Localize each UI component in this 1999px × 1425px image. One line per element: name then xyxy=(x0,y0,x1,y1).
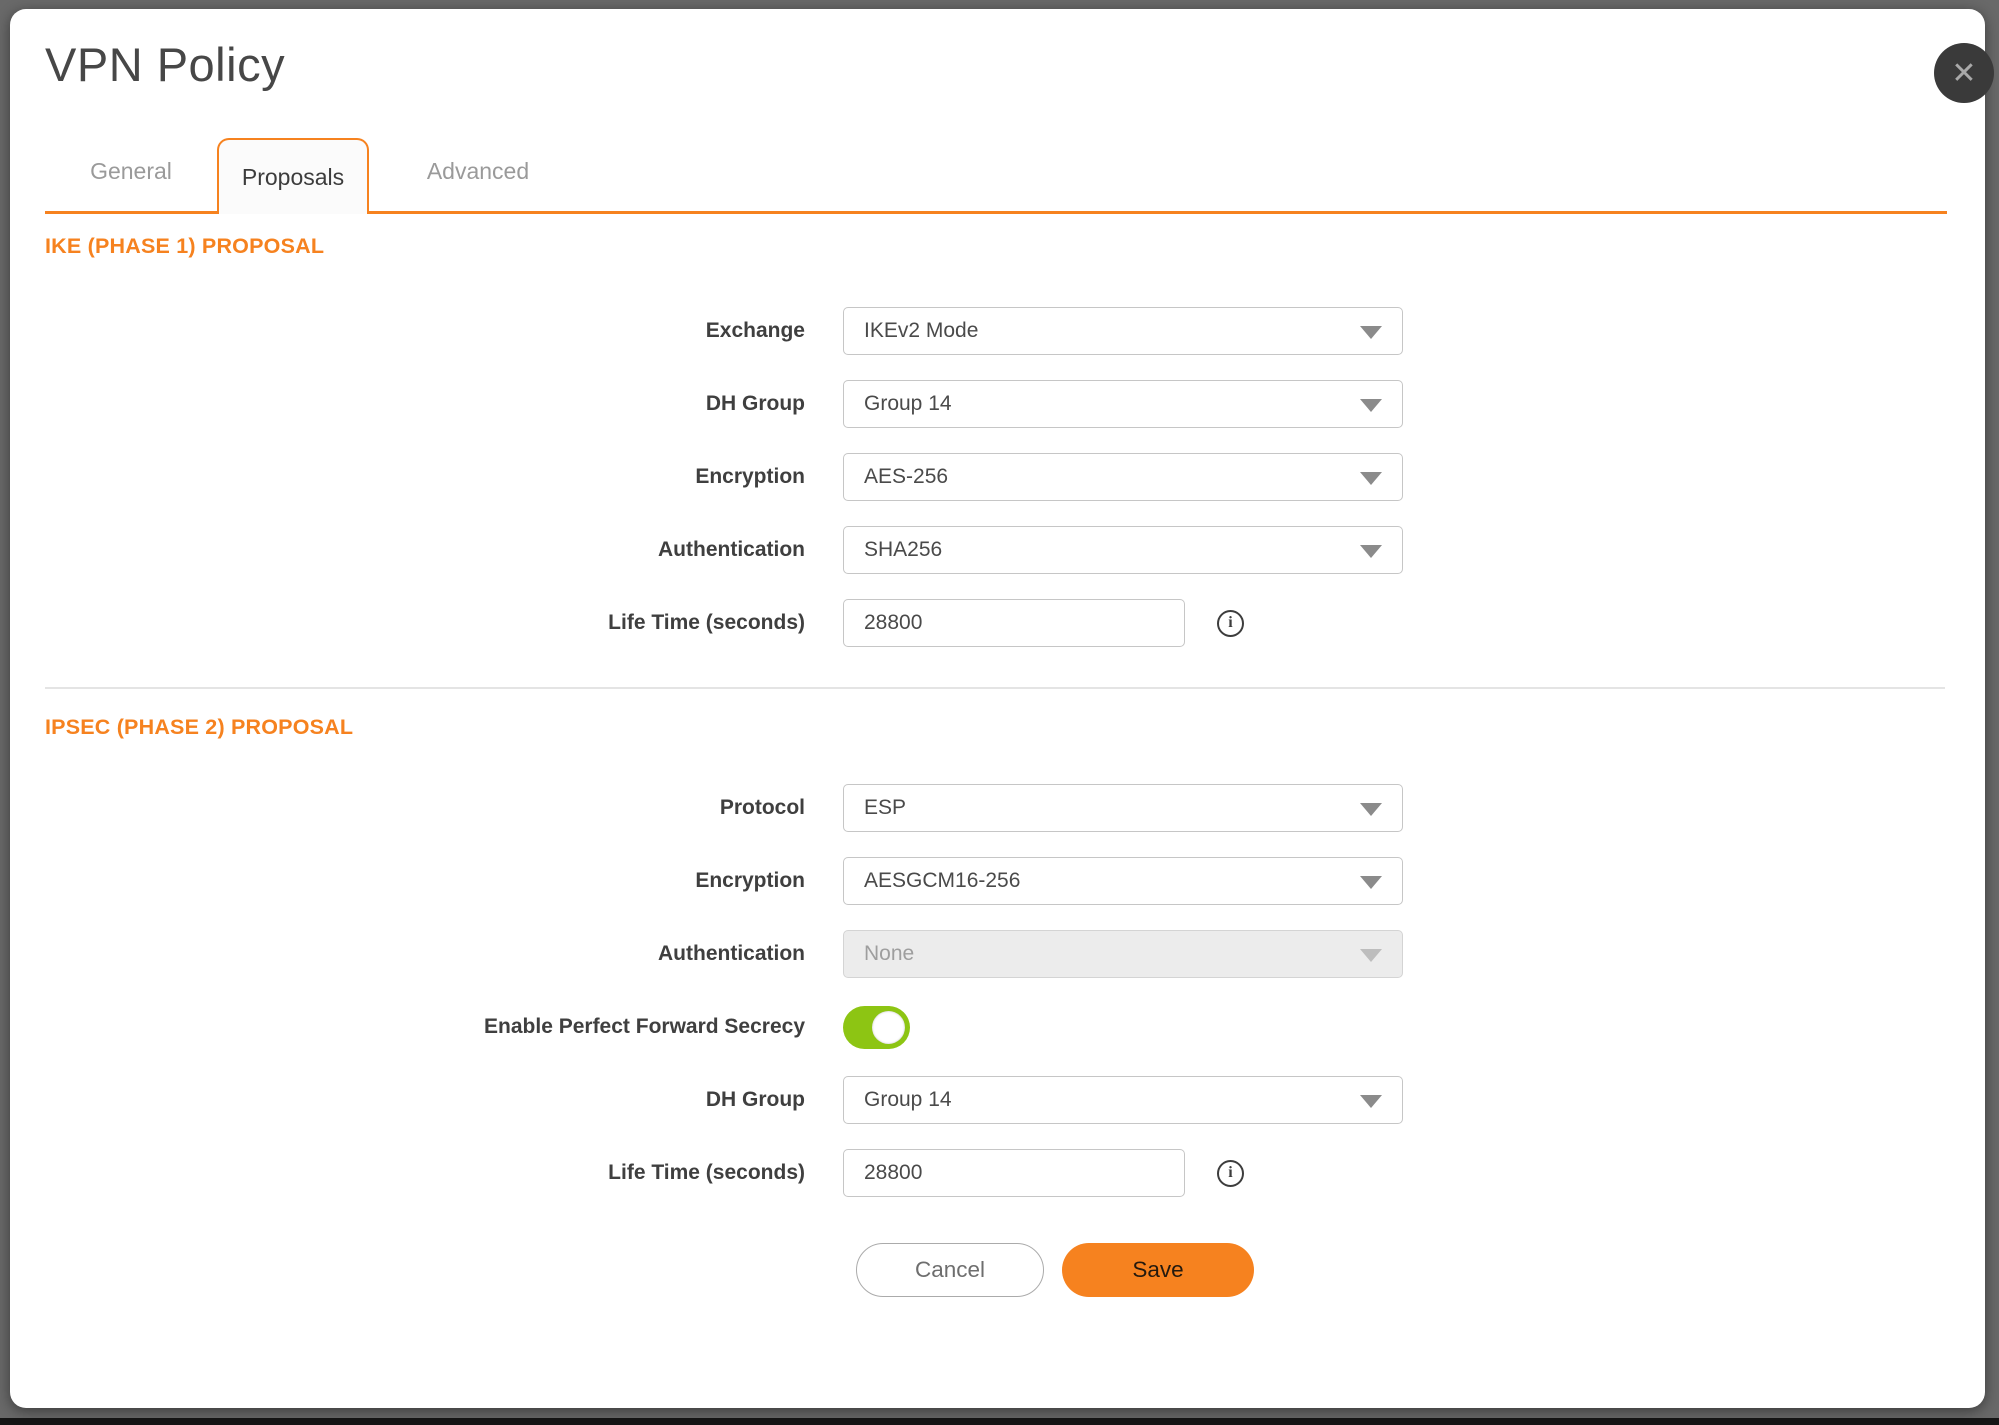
ipsec-dh-group-select[interactable]: Group 14 xyxy=(843,1076,1403,1124)
chevron-down-icon xyxy=(1360,803,1382,816)
ipsec-dh-group-label: DH Group xyxy=(10,1088,805,1112)
chevron-down-icon xyxy=(1360,1095,1382,1108)
ipsec-life-time-input[interactable] xyxy=(843,1149,1185,1197)
ipsec-encryption-select[interactable]: AESGCM16-256 xyxy=(843,857,1403,905)
ike-dh-group-label: DH Group xyxy=(10,392,805,416)
protocol-label: Protocol xyxy=(10,796,805,820)
ipsec-authentication-row: Authentication None xyxy=(10,930,1985,978)
protocol-select[interactable]: ESP xyxy=(843,784,1403,832)
chevron-down-icon xyxy=(1360,876,1382,889)
ipsec-encryption-value: AESGCM16-256 xyxy=(864,869,1020,893)
save-button[interactable]: Save xyxy=(1062,1243,1254,1297)
ipsec-encryption-row: Encryption AESGCM16-256 xyxy=(10,857,1985,905)
ike-life-time-input[interactable] xyxy=(843,599,1185,647)
pfs-toggle[interactable] xyxy=(843,1006,910,1049)
cancel-button[interactable]: Cancel xyxy=(856,1243,1044,1297)
ike-encryption-select[interactable]: AES-256 xyxy=(843,453,1403,501)
exchange-select[interactable]: IKEv2 Mode xyxy=(843,307,1403,355)
pfs-row: Enable Perfect Forward Secrecy xyxy=(10,1003,1985,1051)
pfs-label: Enable Perfect Forward Secrecy xyxy=(10,1015,805,1039)
chevron-down-icon xyxy=(1360,326,1382,339)
ipsec-encryption-label: Encryption xyxy=(10,869,805,893)
chevron-down-icon xyxy=(1360,545,1382,558)
ipsec-authentication-label: Authentication xyxy=(10,942,805,966)
protocol-value: ESP xyxy=(864,796,906,820)
chevron-down-icon xyxy=(1360,949,1382,962)
ike-encryption-row: Encryption AES-256 xyxy=(10,453,1985,501)
chevron-down-icon xyxy=(1360,472,1382,485)
vpn-policy-dialog: ✕ VPN Policy General Proposals Advanced … xyxy=(10,9,1985,1408)
ike-life-time-row: Life Time (seconds) i xyxy=(10,599,1985,647)
ipsec-dh-group-row: DH Group Group 14 xyxy=(10,1076,1985,1124)
ipsec-life-time-row: Life Time (seconds) i xyxy=(10,1149,1985,1197)
dialog-actions: Cancel Save xyxy=(856,1243,1985,1297)
info-icon[interactable]: i xyxy=(1217,610,1244,637)
tab-general[interactable]: General xyxy=(45,158,217,211)
protocol-row: Protocol ESP xyxy=(10,784,1985,832)
ike-dh-group-value: Group 14 xyxy=(864,392,952,416)
ipsec-authentication-select: None xyxy=(843,930,1403,978)
page-title: VPN Policy xyxy=(10,9,1985,92)
ike-encryption-label: Encryption xyxy=(10,465,805,489)
close-icon: ✕ xyxy=(1951,56,1976,91)
section-divider xyxy=(45,687,1945,689)
exchange-value: IKEv2 Mode xyxy=(864,319,978,343)
tab-advanced[interactable]: Advanced xyxy=(383,158,573,211)
exchange-row: Exchange IKEv2 Mode xyxy=(10,307,1985,355)
ipsec-dh-group-value: Group 14 xyxy=(864,1088,952,1112)
chevron-down-icon xyxy=(1360,399,1382,412)
close-button[interactable]: ✕ xyxy=(1934,43,1994,103)
ipsec-authentication-value: None xyxy=(864,942,914,966)
ike-authentication-value: SHA256 xyxy=(864,538,942,562)
ike-life-time-label: Life Time (seconds) xyxy=(10,611,805,635)
ipsec-section-title: IPSEC (PHASE 2) PROPOSAL xyxy=(45,715,1985,740)
ipsec-life-time-label: Life Time (seconds) xyxy=(10,1161,805,1185)
ike-authentication-label: Authentication xyxy=(10,538,805,562)
ike-dh-group-row: DH Group Group 14 xyxy=(10,380,1985,428)
ike-section-title: IKE (PHASE 1) PROPOSAL xyxy=(45,234,1985,259)
page-bottom-edge xyxy=(0,1418,1999,1425)
info-icon[interactable]: i xyxy=(1217,1160,1244,1187)
ike-authentication-select[interactable]: SHA256 xyxy=(843,526,1403,574)
ike-dh-group-select[interactable]: Group 14 xyxy=(843,380,1403,428)
tab-bar: General Proposals Advanced xyxy=(45,136,1947,214)
tab-proposals[interactable]: Proposals xyxy=(217,138,369,214)
toggle-knob xyxy=(872,1011,905,1044)
ike-authentication-row: Authentication SHA256 xyxy=(10,526,1985,574)
ike-encryption-value: AES-256 xyxy=(864,465,948,489)
exchange-label: Exchange xyxy=(10,319,805,343)
